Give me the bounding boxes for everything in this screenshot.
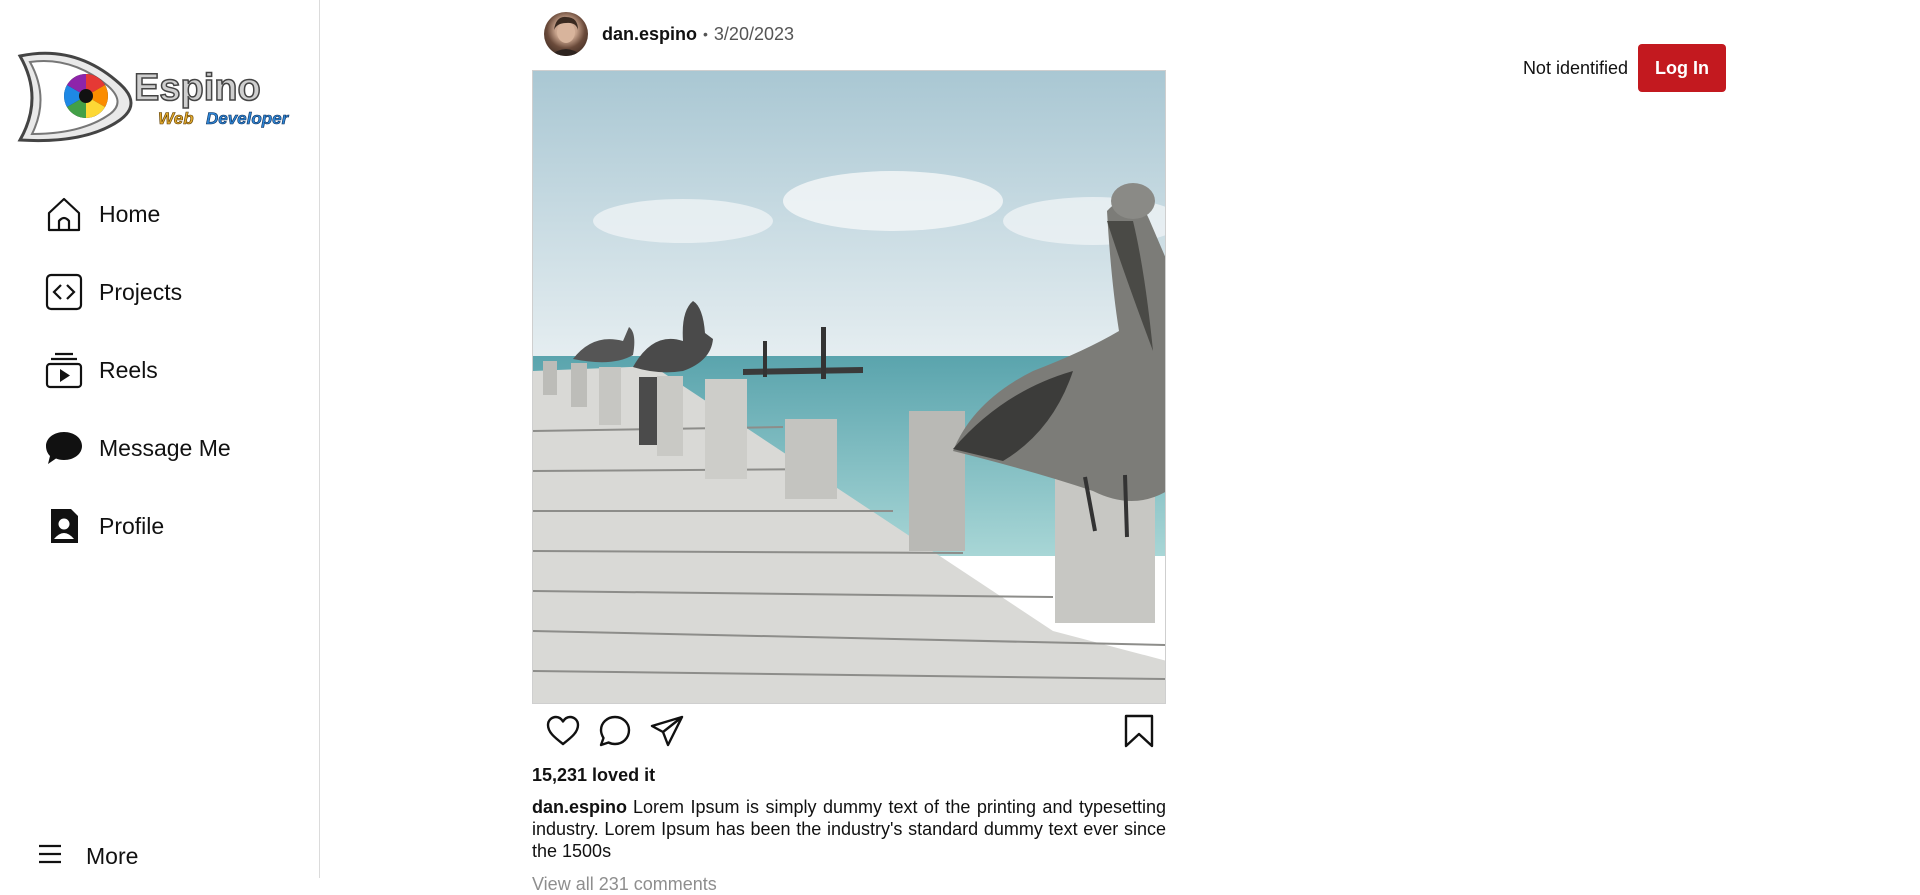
- logo-wordmark: Espino: [134, 67, 261, 109]
- heart-icon[interactable]: [546, 714, 580, 748]
- nav-label-reels: Reels: [99, 356, 158, 383]
- likes-count: 15,231 loved it: [532, 765, 656, 785]
- view-all-comments-link[interactable]: View all 231 comments: [532, 874, 717, 895]
- comment-icon[interactable]: [598, 714, 632, 748]
- nav-item-projects[interactable]: Projects: [44, 272, 182, 312]
- nav-label-projects: Projects: [99, 278, 183, 305]
- site-logo[interactable]: Espino Web Developer: [16, 48, 292, 144]
- more-label: More: [86, 843, 139, 869]
- nav-item-reels[interactable]: Reels: [44, 350, 158, 390]
- nav-label-message-me: Message Me: [99, 434, 231, 461]
- caption-username[interactable]: dan.espino: [532, 797, 627, 817]
- post-actions: [546, 714, 1156, 750]
- hamburger-menu-icon: [38, 844, 62, 869]
- post-username[interactable]: dan.espino: [602, 24, 697, 45]
- post-separator: •: [703, 26, 708, 42]
- profile-icon: [44, 506, 84, 546]
- login-button[interactable]: Log In: [1638, 44, 1726, 92]
- bookmark-icon[interactable]: [1122, 714, 1156, 748]
- reels-icon: [44, 350, 84, 390]
- sidebar: Espino Web Developer Home Projects Reels…: [0, 0, 320, 878]
- more-menu-button[interactable]: More: [38, 843, 138, 870]
- caption-text: Lorem Ipsum is simply dummy text of the …: [532, 797, 1166, 861]
- logo-sub-developer: Developer: [206, 109, 290, 128]
- nav-label-profile: Profile: [99, 512, 165, 539]
- post-header: dan.espino • 3/20/2023: [544, 12, 794, 56]
- nav-item-home[interactable]: Home: [44, 194, 160, 234]
- share-icon[interactable]: [650, 714, 684, 748]
- post-date: 3/20/2023: [713, 23, 794, 44]
- post-caption: dan.espino Lorem Ipsum is simply dummy te…: [532, 796, 1166, 862]
- chat-bubble-icon: [44, 428, 84, 468]
- avatar[interactable]: [544, 12, 588, 56]
- auth-area: Not identified Log In: [1523, 44, 1726, 92]
- auth-status: Not identified: [1522, 57, 1629, 78]
- code-icon: [44, 272, 84, 312]
- nav-label-home: Home: [99, 200, 161, 227]
- nav-item-profile[interactable]: Profile: [44, 506, 164, 546]
- home-icon: [44, 194, 84, 234]
- logo-sub-web: Web: [158, 109, 194, 128]
- nav-item-message-me[interactable]: Message Me: [44, 428, 231, 468]
- post-image[interactable]: [532, 70, 1166, 704]
